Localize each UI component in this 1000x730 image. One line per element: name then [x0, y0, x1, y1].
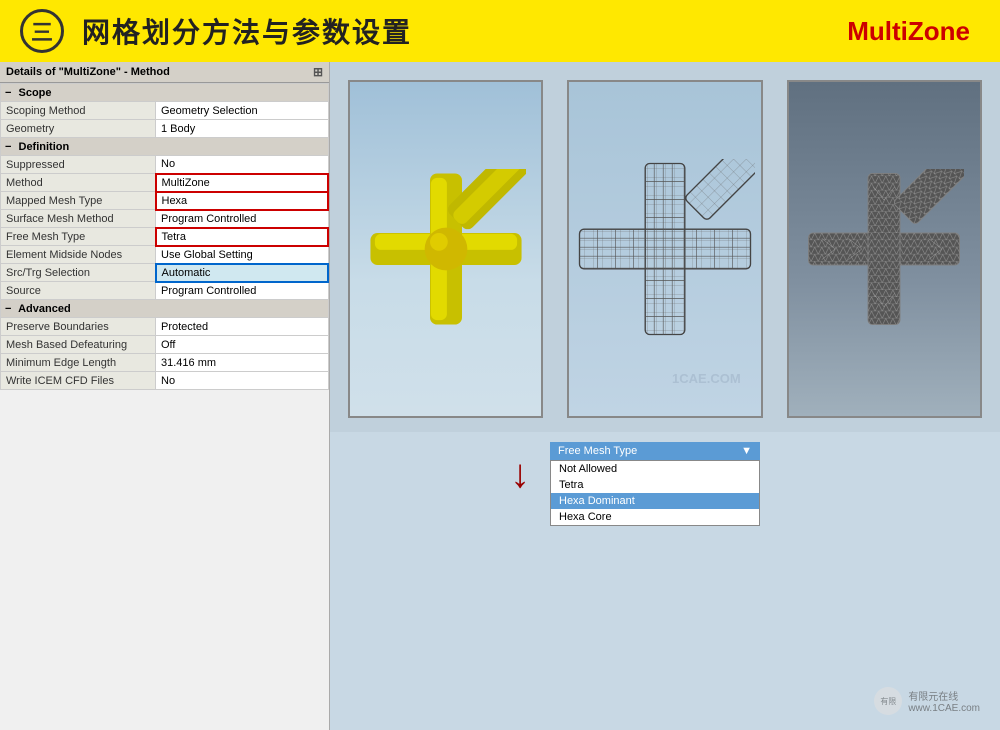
watermark-cae: 1CAE.COM	[672, 371, 741, 386]
row-value: No	[156, 372, 329, 390]
row-label: Free Mesh Type	[1, 228, 156, 246]
details-table: − Scope Scoping Method Geometry Selectio…	[0, 83, 329, 390]
row-label: Mesh Based Defeaturing	[1, 336, 156, 354]
model-tetra-mesh-box	[787, 80, 982, 418]
table-row: Write ICEM CFD Files No	[1, 372, 329, 390]
table-row: Scoping Method Geometry Selection	[1, 102, 329, 120]
dropdown-option-tetra[interactable]: Tetra	[551, 477, 759, 493]
row-value-mapped-mesh[interactable]: Hexa	[156, 192, 329, 210]
arrow-indicator: ↓	[510, 452, 530, 497]
row-label: Mapped Mesh Type	[1, 192, 156, 210]
watermark-text: 有限元在线 www.1CAE.com	[908, 688, 980, 714]
header-title: 网格划分方法与参数设置	[82, 11, 412, 51]
header-icon-circle: 三	[20, 9, 64, 53]
table-row: Free Mesh Type Tetra	[1, 228, 329, 246]
row-label: Src/Trg Selection	[1, 264, 156, 282]
header-bar: 三 网格划分方法与参数设置 MultiZone	[0, 0, 1000, 62]
table-row: Suppressed No	[1, 156, 329, 174]
row-label: Surface Mesh Method	[1, 210, 156, 228]
header-method-label: MultiZone	[847, 16, 970, 47]
pin-icon[interactable]: ⊞	[313, 65, 323, 79]
table-row: Mapped Mesh Type Hexa	[1, 192, 329, 210]
header-icon-text: 三	[31, 15, 53, 47]
row-label: Geometry	[1, 120, 156, 138]
model-yellow-box	[348, 80, 543, 418]
collapse-icon[interactable]: −	[5, 141, 11, 153]
row-label: Write ICEM CFD Files	[1, 372, 156, 390]
watermark-area: 有限 有限元在线 www.1CAE.com	[874, 687, 980, 715]
table-row: Src/Trg Selection Automatic	[1, 264, 329, 282]
dropdown-option-hexa-core[interactable]: Hexa Core	[551, 509, 759, 525]
row-value: Program Controlled	[156, 282, 329, 300]
watermark-site: www.1CAE.com	[908, 703, 980, 714]
row-value-src-trg[interactable]: Automatic	[156, 264, 329, 282]
row-value: Protected	[156, 318, 329, 336]
row-label: Scoping Method	[1, 102, 156, 120]
row-label: Element Midside Nodes	[1, 246, 156, 264]
table-row: Source Program Controlled	[1, 282, 329, 300]
section-advanced-label: Advanced	[18, 303, 71, 315]
row-label: Minimum Edge Length	[1, 354, 156, 372]
collapse-icon[interactable]: −	[5, 303, 11, 315]
row-value-method[interactable]: MultiZone	[156, 174, 329, 192]
bottom-interaction-area: ↓ Free Mesh Type ▼ Not Allowed Tetra Hex…	[330, 432, 1000, 730]
yellow-cross-svg	[366, 169, 526, 329]
row-value: Program Controlled	[156, 210, 329, 228]
main-content: Details of "MultiZone" - Method ⊞ − Scop…	[0, 62, 1000, 730]
dropdown-arrow-icon: ▼	[741, 445, 752, 457]
table-row: Geometry 1 Body	[1, 120, 329, 138]
section-advanced: − Advanced	[1, 300, 329, 318]
watermark-logo: 有限	[874, 687, 902, 715]
tetra-mesh-svg	[804, 169, 964, 329]
row-label: Source	[1, 282, 156, 300]
row-value: Off	[156, 336, 329, 354]
hexa-mesh-svg	[575, 159, 755, 339]
dropdown-option-hexa-dominant[interactable]: Hexa Dominant	[551, 493, 759, 509]
watermark-brand: 有限元在线	[908, 688, 980, 703]
dropdown-label-text: Free Mesh Type	[558, 445, 637, 457]
table-row: Element Midside Nodes Use Global Setting	[1, 246, 329, 264]
table-row: Preserve Boundaries Protected	[1, 318, 329, 336]
row-value: Use Global Setting	[156, 246, 329, 264]
images-area: 1CAE.COM	[330, 62, 1000, 730]
details-title-bar: Details of "MultiZone" - Method ⊞	[0, 62, 329, 83]
row-value: 31.416 mm	[156, 354, 329, 372]
table-row: Surface Mesh Method Program Controlled	[1, 210, 329, 228]
row-value: No	[156, 156, 329, 174]
details-panel: Details of "MultiZone" - Method ⊞ − Scop…	[0, 62, 330, 730]
details-title-text: Details of "MultiZone" - Method	[6, 66, 170, 78]
section-scope: − Scope	[1, 84, 329, 102]
row-label: Method	[1, 174, 156, 192]
row-label: Preserve Boundaries	[1, 318, 156, 336]
dropdown-header[interactable]: Free Mesh Type ▼	[550, 442, 760, 460]
table-row: Minimum Edge Length 31.416 mm	[1, 354, 329, 372]
dropdown-list: Not Allowed Tetra Hexa Dominant Hexa Cor…	[550, 460, 760, 526]
section-definition-label: Definition	[19, 141, 70, 153]
row-value: 1 Body	[156, 120, 329, 138]
table-row: Mesh Based Defeaturing Off	[1, 336, 329, 354]
table-row: Method MultiZone	[1, 174, 329, 192]
dropdown-option-not-allowed[interactable]: Not Allowed	[551, 461, 759, 477]
row-value-free-mesh[interactable]: Tetra	[156, 228, 329, 246]
model-hexa-mesh-box: 1CAE.COM	[567, 80, 762, 418]
collapse-icon[interactable]: −	[5, 87, 11, 99]
dropdown-container: Free Mesh Type ▼ Not Allowed Tetra Hexa …	[550, 442, 760, 526]
row-value: Geometry Selection	[156, 102, 329, 120]
section-definition: − Definition	[1, 138, 329, 156]
row-label: Suppressed	[1, 156, 156, 174]
section-scope-label: Scope	[19, 87, 52, 99]
